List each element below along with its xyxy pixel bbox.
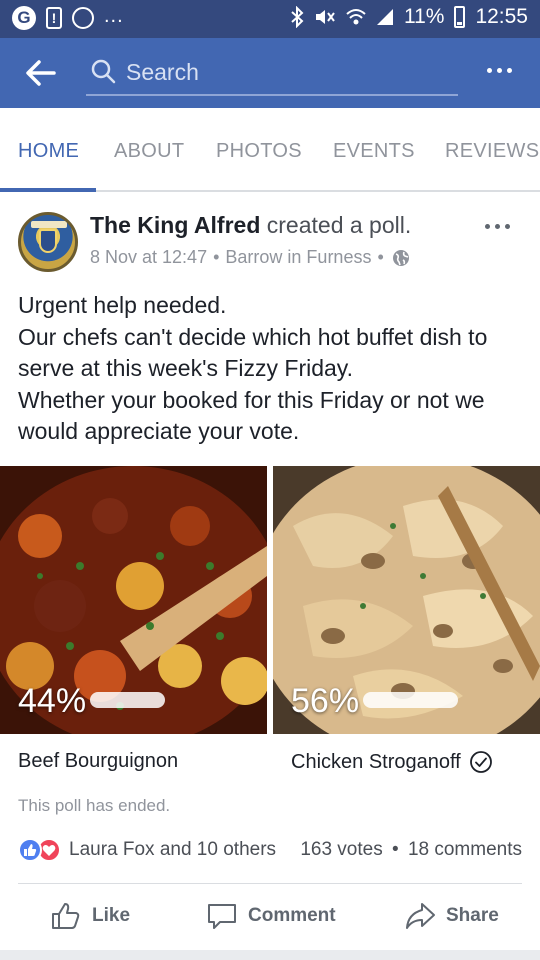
search-input[interactable]: [126, 56, 446, 88]
share-button[interactable]: Share: [404, 900, 499, 932]
thumbs-up-icon: [52, 903, 80, 929]
back-arrow-icon[interactable]: [24, 58, 56, 88]
battery-icon: [454, 6, 466, 28]
clock: 12:55: [475, 5, 528, 28]
post-text-line: Whether your booked for this Friday or n…: [18, 386, 485, 413]
tab-home[interactable]: HOME: [18, 140, 79, 163]
battery-percent: 11%: [403, 5, 445, 28]
active-tab-indicator: [0, 188, 96, 192]
poll-option-label[interactable]: Chicken Stroganoff: [291, 750, 493, 774]
post-date[interactable]: 8 Nov at 12:47: [90, 247, 207, 268]
like-reaction-icon: [18, 838, 42, 862]
signal-icon: [376, 8, 394, 26]
comment-icon: [208, 904, 236, 929]
poll-option-beef-image[interactable]: 44%: [0, 466, 267, 734]
search-bar[interactable]: [86, 52, 458, 96]
votes-count[interactable]: 163 votes: [300, 839, 382, 860]
meta-separator: •: [377, 247, 384, 267]
share-label: Share: [446, 905, 499, 926]
comment-label: Comment: [248, 905, 336, 926]
search-icon: [91, 59, 116, 84]
post-text-line: would appreciate your vote.: [18, 418, 300, 444]
reactors-text: Laura Fox and 10 others: [69, 839, 277, 860]
feed-separator: [0, 950, 540, 960]
globe-icon: [392, 249, 409, 266]
post-title: The King Alfred created a poll.: [90, 212, 411, 239]
avatar[interactable]: [18, 212, 78, 272]
poll-option-text: Beef Bourguignon: [18, 750, 179, 772]
post-actions: Like Comment Share: [0, 886, 540, 946]
tab-photos[interactable]: PHOTOS: [216, 140, 302, 163]
status-bar-right: 11% 12:55: [290, 5, 528, 29]
poll-percent: 56%: [291, 682, 360, 720]
meta-separator: •: [213, 247, 220, 267]
comments-count[interactable]: 18 comments: [408, 839, 522, 860]
post-meta: 8 Nov at 12:47 • Barrow in Furness •: [90, 247, 410, 268]
post-text-line: Our chefs can't decide which hot buffet …: [18, 323, 488, 350]
alert-icon: !: [46, 7, 62, 29]
reactions-summary[interactable]: Laura Fox and 10 others: [18, 838, 276, 862]
poll-result-bar: [363, 692, 458, 708]
page-tabs: HOME ABOUT PHOTOS EVENTS REVIEWS: [0, 108, 540, 192]
check-circle-icon: [469, 751, 492, 773]
more-notifications-icon: ...: [104, 4, 124, 27]
app-bar: [0, 38, 540, 108]
tab-about[interactable]: ABOUT: [114, 140, 184, 163]
poll-status: This poll has ended.: [18, 796, 171, 815]
post-location[interactable]: Barrow in Furness: [225, 247, 371, 268]
bluetooth-icon: [290, 6, 304, 28]
poll-option-label[interactable]: Beef Bourguignon: [18, 750, 178, 773]
post-author[interactable]: The King Alfred: [90, 212, 260, 238]
circle-icon: [72, 7, 94, 29]
comment-button[interactable]: Comment: [206, 900, 336, 932]
post-text: Urgent help needed. Our chefs can't deci…: [18, 290, 523, 448]
poll-option-text: Chicken Stroganoff: [291, 750, 461, 773]
poll-result-bar: [90, 692, 165, 708]
counts-separator: •: [392, 839, 399, 860]
tab-events[interactable]: EVENTS: [333, 140, 415, 163]
more-horizontal-icon[interactable]: [487, 68, 512, 73]
g-notification-icon: G: [12, 6, 36, 30]
poll-percent: 44%: [18, 682, 87, 720]
post-text-line: serve at this week's Fizzy Friday.: [18, 355, 353, 381]
engagement-counts: 163 votes • 18 comments: [300, 839, 522, 861]
status-bar: G ! ... 11% 12:55: [0, 0, 540, 38]
post-options-icon[interactable]: [485, 224, 510, 229]
like-label: Like: [92, 905, 131, 926]
tab-reviews[interactable]: REVIEWS: [445, 140, 539, 163]
post-action: created a poll.: [266, 212, 412, 238]
divider: [18, 883, 522, 884]
share-icon: [406, 903, 435, 929]
like-button[interactable]: Like: [50, 900, 130, 932]
status-bar-left: G ! ...: [12, 4, 124, 30]
wifi-icon: [346, 8, 366, 26]
post-text-line: Urgent help needed.: [18, 292, 227, 318]
mute-icon: [314, 7, 336, 27]
poll-option-chicken-image[interactable]: 56%: [273, 466, 540, 734]
